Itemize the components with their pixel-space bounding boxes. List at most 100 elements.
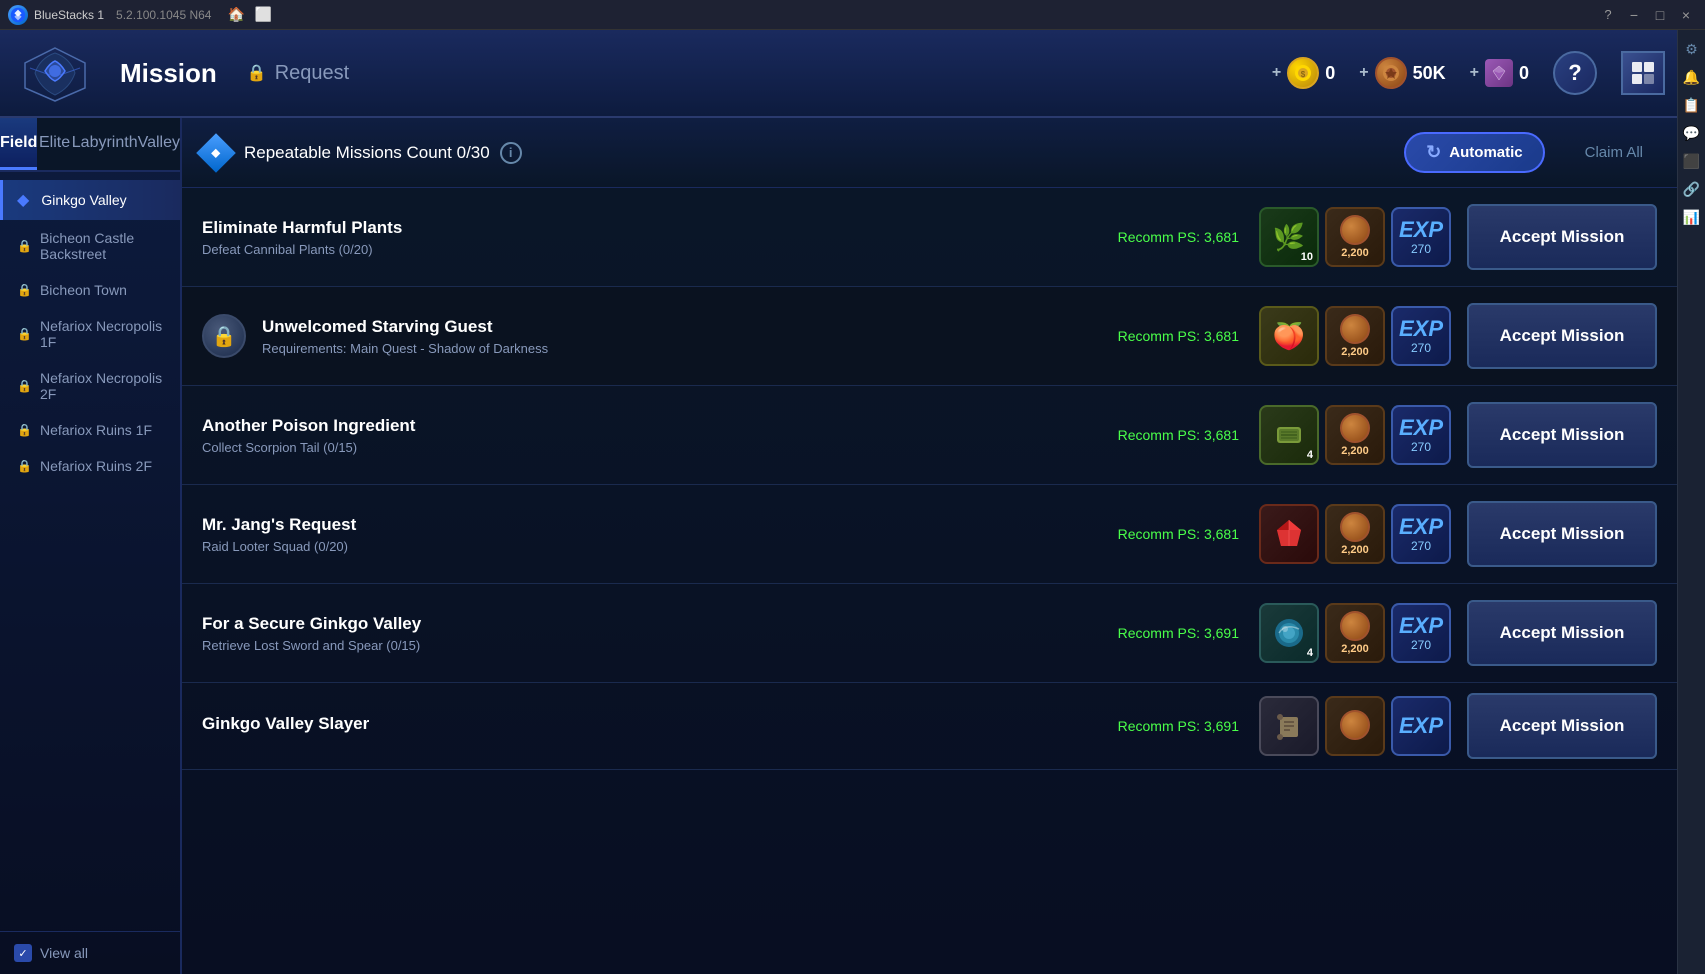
header-help-button[interactable]: ? [1553, 51, 1597, 95]
mission-rewards-4: 2,200 EXP 270 [1259, 504, 1451, 564]
tab-labyrinth[interactable]: Labyrinth [72, 118, 138, 170]
gem-value: 0 [1519, 63, 1529, 84]
accept-mission-button-4[interactable]: Accept Mission [1467, 501, 1657, 567]
right-sidebar: ⚙ 🔔 📋 💬 ⬛ 🔗 📊 [1677, 30, 1705, 974]
reward-exp-1: EXP 270 [1391, 207, 1451, 267]
left-nav-list: ◆ Ginkgo Valley 🔒 Bicheon Castle Backstr… [0, 172, 180, 931]
reward-exp-text-2: EXP [1399, 318, 1443, 340]
nav-item-label: Nefariox Necropolis 2F [40, 370, 166, 402]
main-tabs-row: Field Elite Labyrinth Valley [0, 118, 180, 172]
mission-content: ◆ Repeatable Missions Count 0/30 i ↻ Aut… [182, 118, 1705, 974]
nav-item-nefariox-ruins-2f[interactable]: 🔒 Nefariox Ruins 2F [0, 448, 180, 484]
nav-lock-icon: 🔒 [17, 283, 32, 297]
titlebar-version: 5.2.100.1045 N64 [116, 8, 211, 22]
mission-lock-icon-2: 🔒 [202, 314, 246, 358]
mission-row-eliminate-harmful-plants: Eliminate Harmful Plants Defeat Cannibal… [182, 188, 1677, 287]
left-sidebar: Field Elite Labyrinth Valley ◆ Ginkgo Va… [0, 118, 182, 974]
titlebar-app-name: BlueStacks 1 [34, 8, 104, 22]
game-logo [20, 43, 90, 103]
accept-mission-button-6[interactable]: Accept Mission [1467, 693, 1657, 759]
reward-exp-text-3: EXP [1399, 417, 1443, 439]
sidebar-right-icon-6[interactable]: 🔗 [1681, 178, 1703, 200]
copper-coin-icon [1375, 57, 1407, 89]
accept-mission-button-5[interactable]: Accept Mission [1467, 600, 1657, 666]
reward-coin-val-5: 2,200 [1341, 643, 1369, 655]
gem-plus-icon: + [1470, 64, 1479, 82]
mission-diamond-icon: ◆ [196, 133, 236, 173]
accept-mission-button-2[interactable]: Accept Mission [1467, 303, 1657, 369]
sidebar-right-icon-4[interactable]: 💬 [1681, 122, 1703, 144]
nav-item-ginkgo-valley[interactable]: ◆ Ginkgo Valley [0, 180, 180, 220]
reward-exp-text-6: EXP [1399, 715, 1443, 737]
nav-item-label: Bicheon Castle Backstreet [40, 230, 166, 262]
nav-item-bicheon-town[interactable]: 🔒 Bicheon Town [0, 272, 180, 308]
mission-name-3: Another Poison Ingredient [202, 416, 1118, 436]
nav-request-tab[interactable]: 🔒 Request [247, 62, 349, 85]
help-icon[interactable]: ? [1597, 4, 1619, 26]
reward-coin-6 [1325, 696, 1385, 756]
view-all-btn[interactable]: ✓ View all [0, 931, 180, 974]
minimize-button[interactable]: − [1623, 4, 1645, 26]
home-icon[interactable]: 🏠 [227, 6, 244, 23]
gem-resource[interactable]: + 0 [1470, 59, 1529, 87]
nav-item-nefariox-ruins-1f[interactable]: 🔒 Nefariox Ruins 1F [0, 412, 180, 448]
reward-item-icon-2: 🍑 [1273, 323, 1305, 349]
copper-resource[interactable]: + 50K [1359, 57, 1445, 89]
nav-item-nefariox-nec-1f[interactable]: 🔒 Nefariox Necropolis 1F [0, 308, 180, 360]
reward-exp-val-4: 270 [1411, 539, 1431, 553]
reward-item-count-5: 4 [1307, 647, 1313, 659]
view-all-label: View all [40, 945, 88, 961]
mission-row-unwelcomed-starving-guest: 🔒 Unwelcomed Starving Guest Requirements… [182, 287, 1677, 386]
game-container: Mission 🔒 Request + $ 0 + 50K [0, 30, 1705, 974]
gold-resource[interactable]: + $ 0 [1272, 57, 1335, 89]
mission-desc-1: Defeat Cannibal Plants (0/20) [202, 242, 1118, 257]
tab-field[interactable]: Field [0, 118, 37, 170]
sidebar-right-icon-3[interactable]: 📋 [1681, 94, 1703, 116]
reward-coin-icon-1 [1340, 215, 1370, 245]
header-profile-button[interactable] [1621, 51, 1665, 95]
gem-icon [1485, 59, 1513, 87]
scorpion-tail-icon [1271, 417, 1307, 453]
mission-info-5: For a Secure Ginkgo Valley Retrieve Lost… [202, 614, 1118, 653]
mission-ps-5: Recomm PS: 3,691 [1118, 625, 1239, 641]
sidebar-right-icon-1[interactable]: ⚙ [1681, 38, 1703, 60]
close-button[interactable]: × [1675, 4, 1697, 26]
restore-button[interactable]: □ [1649, 4, 1671, 26]
tab-valley[interactable]: Valley [138, 118, 180, 170]
reward-coin-icon-6 [1340, 710, 1370, 740]
nav-item-bicheon-castle[interactable]: 🔒 Bicheon Castle Backstreet [0, 220, 180, 272]
sidebar-right-icon-7[interactable]: 📊 [1681, 206, 1703, 228]
nav-lock-icon: 🔒 [17, 379, 32, 393]
sidebar-right-icon-2[interactable]: 🔔 [1681, 66, 1703, 88]
automatic-button[interactable]: ↻ Automatic [1404, 132, 1544, 173]
refresh-icon: ↻ [1426, 142, 1441, 163]
header-resources: + $ 0 + 50K + 0 ? [1272, 51, 1665, 95]
reward-exp-val-2: 270 [1411, 341, 1431, 355]
sidebar-right-icon-5[interactable]: ⬛ [1681, 150, 1703, 172]
mission-info-6: Ginkgo Valley Slayer [202, 714, 1118, 738]
info-icon[interactable]: i [500, 142, 522, 164]
nav-mission-tab[interactable]: Mission [120, 58, 217, 89]
mission-ps-2: Recomm PS: 3,681 [1118, 328, 1239, 344]
mission-row-another-poison-ingredient: Another Poison Ingredient Collect Scorpi… [182, 386, 1677, 485]
mission-name-5: For a Secure Ginkgo Valley [202, 614, 1118, 634]
mission-rewards-2: 🍑 2,200 EXP 270 [1259, 306, 1451, 366]
nav-item-nefariox-nec-2f[interactable]: 🔒 Nefariox Necropolis 2F [0, 360, 180, 412]
accept-mission-button-3[interactable]: Accept Mission [1467, 402, 1657, 468]
nav-lock-icon: 🔒 [17, 239, 32, 253]
mission-ps-6: Recomm PS: 3,691 [1118, 718, 1239, 734]
mission-row-mr-jang-request: Mr. Jang's Request Raid Looter Squad (0/… [182, 485, 1677, 584]
nav-item-label: Bicheon Town [40, 282, 127, 298]
claim-all-button[interactable]: Claim All [1571, 136, 1657, 169]
tab-elite[interactable]: Elite [37, 118, 71, 170]
mission-desc-5: Retrieve Lost Sword and Spear (0/15) [202, 638, 1118, 653]
mission-desc-4: Raid Looter Squad (0/20) [202, 539, 1118, 554]
accept-mission-button-1[interactable]: Accept Mission [1467, 204, 1657, 270]
reward-coin-val-2: 2,200 [1341, 346, 1369, 358]
mission-info-4: Mr. Jang's Request Raid Looter Squad (0/… [202, 515, 1118, 554]
nav-item-label: Nefariox Ruins 1F [40, 422, 152, 438]
screenshot-icon[interactable]: ⬜ [255, 6, 272, 23]
reward-item-1: 🌿 10 [1259, 207, 1319, 267]
mission-rewards-1: 🌿 10 2,200 EXP 270 [1259, 207, 1451, 267]
nav-lock-icon: 🔒 [17, 459, 32, 473]
